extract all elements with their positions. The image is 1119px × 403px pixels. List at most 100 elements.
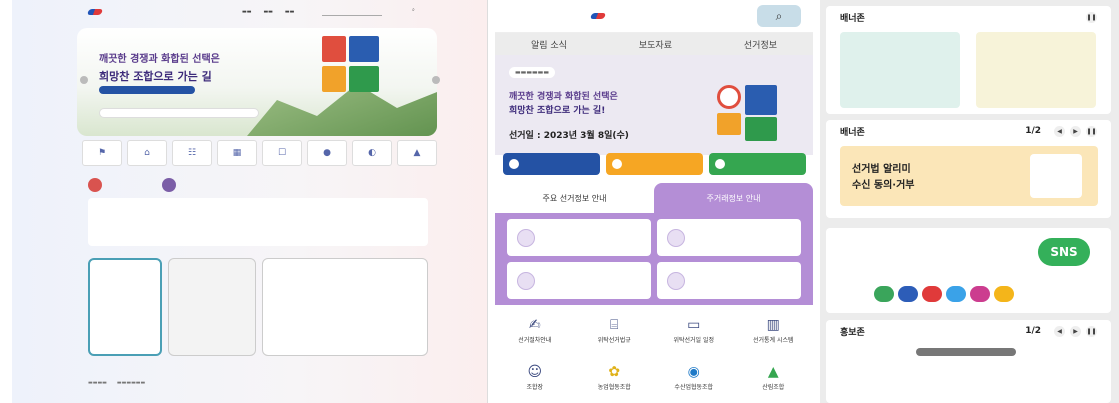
stats-icon: ▥ (766, 317, 780, 333)
menu-item-label: 수산업협동조합 (674, 383, 714, 391)
footer-text: ▬▬▬▬ (88, 380, 107, 386)
person-icon: ☺ (527, 363, 543, 380)
road-sign-illustration (705, 75, 801, 153)
desktop-search-icon[interactable]: ⌕ (412, 7, 415, 13)
desktop-main-banner[interactable]: 깨끗한 경쟁과 화합된 선택은 희망찬 조합으로 가는 길 (77, 28, 437, 136)
desktop-footer: ▬▬▬▬ ▬▬▬▬▬▬ (88, 380, 428, 392)
tab-notice[interactable]: 알림 소식 (531, 38, 567, 51)
desktop-info-box (88, 198, 428, 246)
sns-badge: SNS (1038, 238, 1090, 266)
desktop-preview: ▬▬ ▬▬ ▬▬ ⌕ 깨끗한 경쟁과 화합된 선택은 희망찬 조합으로 가는 길… (12, 0, 488, 403)
pause-button[interactable]: ❚❚ (1086, 125, 1097, 137)
desktop-nav-item[interactable]: ▬▬ (242, 9, 251, 15)
menu-item[interactable]: ☺ 조합장 (495, 363, 575, 403)
anniversary-card[interactable] (88, 258, 162, 356)
mobile-hero-banner[interactable]: ▬▬▬▬▬▬ 깨끗한 경쟁과 화합된 선택은 희망찬 조합으로 가는 길! 선거… (495, 55, 813, 155)
desktop-banner-subheadline: 희망찬 조합으로 가는 길 (99, 70, 212, 83)
desktop-search-input[interactable] (322, 8, 382, 16)
pause-button[interactable]: ❚❚ (1086, 11, 1097, 23)
section-item[interactable] (657, 219, 801, 256)
ballot-icon: ✍ (528, 317, 541, 333)
sign-icon (745, 117, 777, 141)
chip-icon (509, 159, 519, 169)
section-item[interactable] (657, 262, 801, 299)
desktop-quick-links: ⚑ ⌂ ☷ ▦ ☐ ● ◐ ▲ (82, 140, 437, 166)
footer-text: ▬▬▬▬▬▬ (116, 380, 146, 386)
promo-zone-card: 홍보존 1/2 ◀ ▶ ❚❚ (826, 320, 1111, 403)
video-card[interactable] (262, 258, 428, 356)
tab-main-trade-info[interactable]: 주거래정보 안내 (654, 183, 813, 213)
promo-card[interactable] (168, 258, 256, 356)
desktop-logo[interactable] (88, 8, 102, 16)
desktop-nav-item[interactable]: ▬▬ (263, 9, 272, 15)
next-button[interactable]: ▶ (1070, 325, 1081, 337)
banner-image[interactable] (976, 32, 1096, 108)
blog-icon[interactable] (874, 286, 894, 302)
menu-item[interactable]: ◉ 수산업협동조합 (654, 363, 734, 403)
desktop-nav-item[interactable]: ▬▬ (285, 9, 294, 15)
chip-icon (612, 159, 622, 169)
quick-link[interactable]: ⌂ (127, 140, 167, 166)
menu-item[interactable]: ▥ 선거통계 시스템 (734, 316, 814, 357)
quick-link[interactable]: ◐ (352, 140, 392, 166)
page-indicator: 1/2 (1025, 126, 1041, 136)
desktop-banner-headline: 깨끗한 경쟁과 화합된 선택은 (99, 54, 220, 65)
kakao-icon[interactable] (994, 286, 1014, 302)
banner-zone-card: 배너존 ❚❚ (826, 6, 1111, 114)
mobile-logo[interactable] (591, 12, 605, 20)
facebook-icon[interactable] (898, 286, 918, 302)
chip-link[interactable] (503, 153, 600, 175)
tab-election-info[interactable]: 선거정보 (744, 38, 777, 51)
forest-icon: ▲ (767, 363, 779, 380)
quick-link[interactable]: ⚑ (82, 140, 122, 166)
card-title: 배너존 (840, 127, 865, 138)
menu-item[interactable]: ✍ 선거절차안내 (495, 316, 575, 357)
promo-pill (916, 348, 1016, 356)
flag-icon (88, 8, 102, 16)
quick-link[interactable]: ▲ (397, 140, 437, 166)
menu-item[interactable]: ⌸ 위탁선거법규 (575, 316, 655, 357)
next-button[interactable]: ▶ (1070, 125, 1081, 137)
right-column: 배너존 ❚❚ 배너존 1/2 ◀ ▶ ❚❚ 선거법 알리미 수신 동의·거부 S… (820, 0, 1119, 403)
youtube-icon[interactable] (922, 286, 942, 302)
desktop-banner-pill (99, 86, 195, 94)
chip-link[interactable] (606, 153, 703, 175)
quick-link[interactable]: ● (307, 140, 347, 166)
hero-tag: ▬▬▬▬▬▬ (509, 67, 556, 78)
quick-link[interactable]: ▦ (217, 140, 257, 166)
search-button[interactable]: ⌕ (757, 5, 801, 27)
character-icon (162, 178, 176, 192)
sign-icon (745, 85, 777, 115)
promo-illustration[interactable] (866, 360, 1066, 396)
quick-link[interactable]: ☷ (172, 140, 212, 166)
menu-item[interactable]: ▲ 산림조합 (734, 363, 814, 403)
banner-prev-button[interactable] (80, 76, 88, 84)
section-body (495, 213, 813, 305)
tab-press[interactable]: 보도자료 (639, 38, 672, 51)
chip-link[interactable] (709, 153, 806, 175)
fish-icon: ◉ (687, 363, 700, 380)
menu-item[interactable]: ▭ 위탁선거일 일정 (654, 316, 734, 357)
prev-button[interactable]: ◀ (1054, 325, 1065, 337)
prev-button[interactable]: ◀ (1054, 125, 1065, 137)
banner-next-button[interactable] (432, 76, 440, 84)
menu-item-label: 조합장 (526, 383, 544, 391)
page-indicator: 1/2 (1025, 326, 1041, 336)
mobile-preview: ⌕ 알림 소식 보도자료 선거정보 ▬▬▬▬▬▬ 깨끗한 경쟁과 화합된 선택은… (495, 0, 813, 403)
section-item[interactable] (507, 262, 651, 299)
menu-item-label: 농업협동조합 (597, 383, 631, 391)
quick-link[interactable]: ☐ (262, 140, 302, 166)
menu-item[interactable]: ✿ 농업협동조합 (575, 363, 655, 403)
alert-banner[interactable]: 선거법 알리미 수신 동의·거부 (840, 146, 1098, 206)
tab-main-election-info[interactable]: 주요 선거정보 안내 (495, 183, 654, 213)
desktop-nav: ▬▬ ▬▬ ▬▬ (242, 9, 294, 15)
instagram-icon[interactable] (970, 286, 990, 302)
sign-icon (322, 66, 346, 92)
item-icon (517, 271, 535, 290)
pause-button[interactable]: ❚❚ (1086, 325, 1097, 337)
sign-icon (717, 113, 741, 135)
twitter-icon[interactable] (946, 286, 966, 302)
menu-item-label: 선거절차안내 (518, 337, 552, 344)
banner-image[interactable] (840, 32, 960, 108)
section-item[interactable] (507, 219, 651, 256)
